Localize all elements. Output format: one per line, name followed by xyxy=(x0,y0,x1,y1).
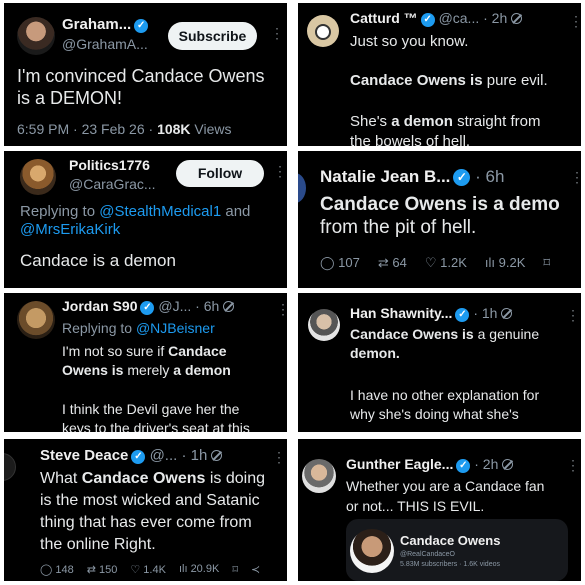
graham-handle[interactable]: @GrahamA... xyxy=(62,36,148,52)
steve-name[interactable]: Steve Deace ✓ @... · 1h xyxy=(40,447,223,464)
post-catturd[interactable]: Catturd ™ ✓ @ca... · 2h ⋮ Just so you kno… xyxy=(298,3,581,146)
verified-icon: ✓ xyxy=(134,19,149,33)
han-line2: demon. xyxy=(350,345,400,361)
jordan-name[interactable]: Jordan S90 ✓ @J... · 6h xyxy=(62,298,235,315)
han-line3: I have no other explanation for xyxy=(350,387,540,403)
follow-button[interactable]: Follow xyxy=(176,160,264,187)
like-icon[interactable]: ♡ 1.2K xyxy=(425,255,467,271)
reply-icon[interactable]: ◯ 107 xyxy=(320,255,360,271)
post-gunther-eagle[interactable]: Gunther Eagle... ✓ · 2h ⋮ Whether you are… xyxy=(298,439,581,581)
verified-icon: ✓ xyxy=(420,13,435,27)
natalie-text: Candace Owens is a demo from the pit of … xyxy=(320,194,560,239)
repost-icon[interactable]: ⇄ 150 xyxy=(87,563,118,576)
verified-icon: ✓ xyxy=(456,459,471,473)
youtube-channel-card[interactable]: Candace Owens @RealCandaceO 5.83M subscr… xyxy=(346,519,568,581)
catturd-line4: the bowels of hell. xyxy=(350,133,471,146)
catturd-name[interactable]: Catturd ™ ✓ @ca... · 2h xyxy=(350,10,523,27)
bookmark-icon[interactable]: ⌑ xyxy=(543,255,550,271)
verified-icon: ✓ xyxy=(455,308,470,322)
natalie-avatar[interactable] xyxy=(298,173,306,203)
han-name[interactable]: Han Shawnity... ✓ · 1h xyxy=(350,305,513,322)
jordan-line4: keys to the driver's seat at this xyxy=(62,420,250,432)
channel-handle: @RealCandaceO xyxy=(400,551,455,558)
channel-stats: 5.83M subscribers · 1.6K videos xyxy=(400,561,500,568)
politics1776-avatar[interactable] xyxy=(20,159,56,195)
grok-icon[interactable] xyxy=(501,308,513,319)
politics1776-name[interactable]: Politics1776 xyxy=(69,157,150,173)
politics1776-reply: Replying to @StealthMedical1 and @MrsEri… xyxy=(20,203,251,239)
jordan-line2: Owens is merely a demon xyxy=(62,362,231,378)
more-icon[interactable]: ⋮ xyxy=(570,169,581,186)
natalie-actions: ◯ 107 ⇄ 64 ♡ 1.2K ılı 9.2K ⌑ xyxy=(320,255,550,271)
verified-icon: ✓ xyxy=(140,301,155,315)
post-steve-deace[interactable]: Steve Deace ✓ @... · 1h ⋮ What Candace Ow… xyxy=(4,439,287,581)
more-icon[interactable]: ⋮ xyxy=(566,307,581,324)
graham-timestamp: 6:59 PM · 23 Feb 26 · 108K Views xyxy=(17,121,232,137)
steve-line4: the online Right. xyxy=(40,536,156,553)
views-icon[interactable]: ılı 20.9K xyxy=(179,563,219,576)
like-icon[interactable]: ♡ 1.4K xyxy=(130,563,166,576)
steve-actions: ◯ 148 ⇄ 150 ♡ 1.4K ılı 20.9K ⌑ ≺ xyxy=(40,563,260,576)
grok-icon[interactable] xyxy=(502,459,514,470)
steve-line2: is the most wicked and Satanic xyxy=(40,492,260,509)
verified-icon: ✓ xyxy=(453,169,471,186)
gunther-line2: or not... THIS IS EVIL. xyxy=(346,498,485,514)
more-icon[interactable]: ⋮ xyxy=(272,449,287,466)
verified-icon: ✓ xyxy=(131,450,146,464)
gunther-name[interactable]: Gunther Eagle... ✓ · 2h xyxy=(346,456,514,473)
post-politics1776[interactable]: Politics1776 @CaraGrac... Follow ⋮ Reply… xyxy=(4,151,287,288)
jordan-reply: Replying to @NJBeisner xyxy=(62,320,215,336)
post-jordan[interactable]: Jordan S90 ✓ @J... · 6h ⋮ Replying to @NJ… xyxy=(4,293,287,432)
more-icon[interactable]: ⋮ xyxy=(566,457,581,474)
more-icon[interactable]: ⋮ xyxy=(273,163,287,180)
channel-title: Candace Owens xyxy=(400,533,501,548)
post-han-shawnity[interactable]: Han Shawnity... ✓ · 1h ⋮ Candace Owens is… xyxy=(298,293,581,432)
steve-line3: thing that has ever come from xyxy=(40,514,252,531)
natalie-name[interactable]: Natalie Jean B... ✓ · 6h xyxy=(320,167,504,187)
repost-icon[interactable]: ⇄ 64 xyxy=(378,255,407,271)
politics1776-text: Candace is a demon xyxy=(20,251,176,270)
steve-avatar[interactable] xyxy=(4,453,16,481)
bookmark-icon[interactable]: ⌑ xyxy=(232,563,238,576)
catturd-line3: She's a demon straight from xyxy=(350,113,541,130)
grok-icon[interactable] xyxy=(211,450,223,461)
grok-icon[interactable] xyxy=(511,13,523,24)
gunther-line1: Whether you are a Candace fan xyxy=(346,478,545,494)
post-graham[interactable]: Graham... ✓ @GrahamA... Subscribe ⋮ I'm c… xyxy=(4,3,287,146)
gunther-avatar[interactable] xyxy=(302,459,336,493)
grok-icon[interactable] xyxy=(223,301,235,312)
more-icon[interactable]: ⋮ xyxy=(276,301,287,318)
jordan-line1: I'm not so sure if Candace xyxy=(62,343,227,359)
subscribe-button[interactable]: Subscribe xyxy=(168,22,257,50)
more-icon[interactable]: ⋮ xyxy=(569,13,581,30)
more-icon[interactable]: ⋮ xyxy=(270,25,285,42)
graham-avatar[interactable] xyxy=(17,17,55,55)
catturd-avatar[interactable] xyxy=(307,15,339,47)
han-avatar[interactable] xyxy=(308,309,340,341)
graham-text: I'm convinced Candace Owens is a DEMON! xyxy=(17,66,265,108)
catturd-line1: Just so you know. xyxy=(350,33,469,50)
views-icon[interactable]: ılı 9.2K xyxy=(485,255,525,271)
han-line1: Candace Owens is a genuine xyxy=(350,326,540,342)
post-natalie[interactable]: Natalie Jean B... ✓ · 6h ⋮ Candace Owens … xyxy=(298,151,581,288)
jordan-avatar[interactable] xyxy=(17,301,55,339)
politics1776-handle[interactable]: @CaraGrac... xyxy=(69,176,156,192)
share-icon[interactable]: ≺ xyxy=(251,563,260,576)
graham-name[interactable]: Graham... ✓ xyxy=(62,16,149,33)
han-line4: why she's doing what she's xyxy=(350,406,519,422)
reply-icon[interactable]: ◯ 148 xyxy=(40,563,74,576)
catturd-line2: Candace Owens is pure evil. xyxy=(350,72,548,89)
jordan-line3: I think the Devil gave her the xyxy=(62,401,240,417)
steve-line1: What Candace Owens is doing xyxy=(40,470,266,487)
channel-avatar xyxy=(350,529,394,573)
